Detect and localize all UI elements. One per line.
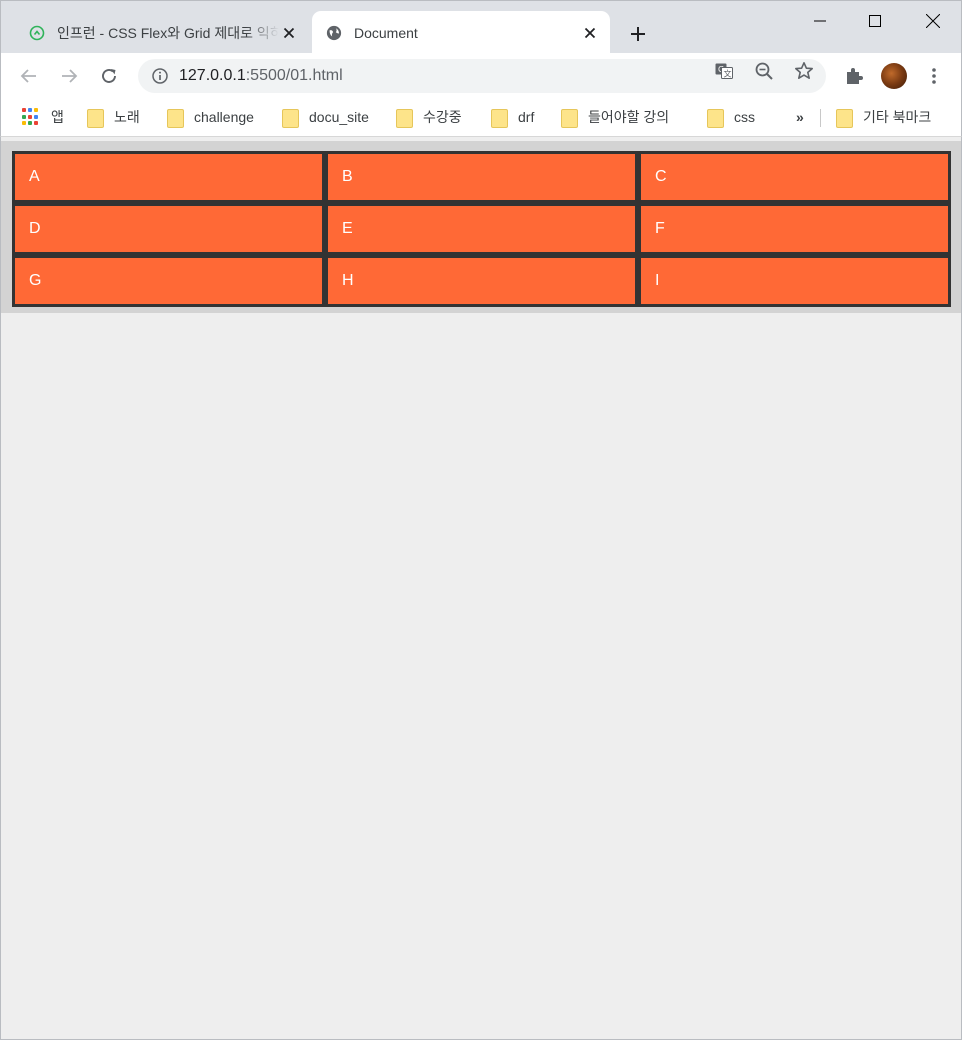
folder-icon [561, 108, 578, 128]
grid-item: F [638, 203, 951, 255]
url-path: :5500/01.html [245, 67, 343, 84]
bookmark-folder[interactable]: challenge [167, 105, 254, 129]
grid-container: A B C D E F G H I [1, 141, 961, 313]
grid-item: A [12, 151, 325, 203]
tab-title: Document [354, 24, 418, 41]
grid-item: H [325, 255, 638, 307]
other-bookmarks[interactable]: 기타 북마크 [836, 105, 931, 129]
bookmark-folder[interactable]: docu_site [282, 105, 369, 129]
translate-icon[interactable]: G文 [714, 61, 734, 81]
extensions-icon[interactable] [840, 62, 868, 90]
menu-kebab-icon[interactable] [920, 62, 948, 90]
page-viewport: A B C D E F G H I [0, 137, 962, 1040]
bookmark-star-icon[interactable] [794, 61, 814, 81]
url-text: 127.0.0.1:5500/01.html [179, 67, 343, 85]
tab-strip: 인프런 - CSS Flex와 Grid 제대로 익히기 Document [0, 0, 962, 54]
grid: A B C D E F G H I [12, 151, 951, 307]
overflow-label: » [796, 109, 804, 125]
close-tab-icon[interactable] [279, 23, 299, 43]
bookmarks-overflow-button[interactable]: » [796, 105, 804, 129]
folder-icon [282, 108, 299, 128]
bookmark-label: challenge [194, 109, 254, 125]
bookmark-label: 노래 [114, 109, 140, 125]
minimize-button[interactable] [800, 9, 840, 33]
grid-item: D [12, 203, 325, 255]
bookmark-folder[interactable]: 수강중 [396, 105, 462, 129]
folder-icon [836, 108, 853, 128]
bookmark-folder[interactable]: drf [491, 105, 534, 129]
tab-title: 인프런 - CSS Flex와 Grid 제대로 익히기 [57, 24, 279, 41]
bookmark-label: 앱 [51, 109, 64, 125]
apps-grid-icon [22, 108, 40, 126]
bookmark-label: 기타 북마크 [863, 109, 932, 125]
url-host: 127.0.0.1 [179, 67, 246, 84]
bookmark-folder[interactable]: 들어야할 강의 [561, 105, 669, 129]
browser-toolbar: 127.0.0.1:5500/01.html G文 [0, 53, 962, 99]
grid-item: C [638, 151, 951, 203]
bookmark-label: css [734, 109, 755, 125]
globe-icon [326, 25, 342, 41]
grid-item: B [325, 151, 638, 203]
bookmark-label: docu_site [309, 109, 369, 125]
avatar [881, 63, 907, 89]
folder-icon [707, 108, 724, 128]
profile-avatar[interactable] [880, 62, 908, 90]
zoom-out-icon[interactable] [754, 61, 774, 81]
tab-inflearn[interactable]: 인프런 - CSS Flex와 Grid 제대로 익히기 [15, 11, 309, 54]
grid-item: I [638, 255, 951, 307]
site-info-icon[interactable] [151, 67, 169, 85]
folder-icon [87, 108, 104, 128]
folder-icon [396, 108, 413, 128]
close-window-button[interactable] [913, 9, 953, 33]
reload-button[interactable] [95, 62, 123, 90]
maximize-button[interactable] [855, 9, 895, 33]
grid-item: E [325, 203, 638, 255]
bookmark-label: drf [518, 109, 535, 125]
bookmarks-bar: 앱 노래 challenge docu_site 수강중 drf 들어야할 강의… [0, 99, 962, 137]
grid-item: G [12, 255, 325, 307]
close-tab-icon[interactable] [580, 23, 600, 43]
forward-button[interactable] [55, 62, 83, 90]
bookmark-label: 수강중 [423, 109, 462, 125]
svg-text:文: 文 [724, 69, 732, 79]
inflearn-favicon-icon [29, 25, 45, 41]
bookmark-folder[interactable]: css [707, 105, 755, 129]
folder-icon [167, 108, 184, 128]
back-button[interactable] [15, 62, 43, 90]
folder-icon [491, 108, 508, 128]
new-tab-button[interactable] [625, 21, 651, 47]
bookmark-apps[interactable]: 앱 [22, 105, 64, 129]
bookmark-label: 들어야할 강의 [588, 109, 670, 125]
bookmarks-divider [820, 109, 821, 127]
tab-document[interactable]: Document [312, 11, 610, 54]
bookmark-folder[interactable]: 노래 [87, 105, 140, 129]
